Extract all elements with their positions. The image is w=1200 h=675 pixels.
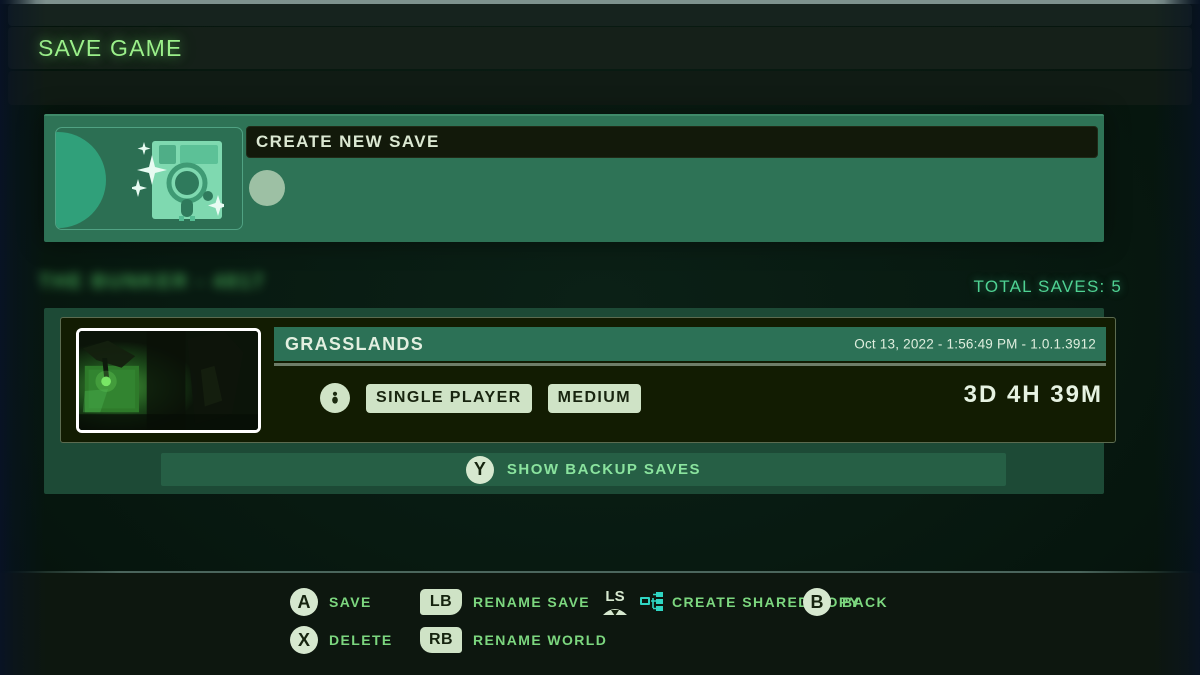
new-save-name-value: CREATE NEW SAVE	[256, 132, 440, 151]
save-thumbnail-art	[79, 331, 258, 430]
create-save-thumbnail	[55, 127, 243, 230]
hint-create-shared-copy[interactable]: LS CREATE SHARED COPY	[598, 585, 859, 619]
playtime-value: 3D 4H 39M	[963, 381, 1103, 408]
save-thumbnail	[76, 328, 261, 433]
save-row[interactable]: GRASSLANDS Oct 13, 2022 - 1:56:49 PM - 1…	[60, 317, 1116, 443]
page-title: SAVE GAME	[38, 34, 183, 61]
network-share-icon	[640, 592, 664, 612]
player-icon	[320, 383, 350, 413]
save-row-underline	[274, 363, 1106, 366]
hint-delete[interactable]: X DELETE	[290, 626, 420, 654]
hint-delete-label: DELETE	[329, 632, 393, 648]
sub-strip	[8, 71, 1192, 105]
a-button-icon: A	[290, 588, 318, 616]
b-button-icon: B	[803, 588, 831, 616]
hint-rename-world[interactable]: RB RENAME WORLD	[420, 627, 606, 653]
floppy-disk-icon	[129, 137, 228, 223]
world-name-blurred: THE BUNKER - 4817	[38, 271, 266, 293]
new-save-name-input[interactable]: CREATE NEW SAVE	[246, 126, 1098, 158]
page-title-bar: SAVE GAME	[8, 27, 1192, 69]
selection-dot	[249, 170, 285, 206]
hint-rename-world-label: RENAME WORLD	[473, 632, 608, 648]
hint-back-label: BACK	[842, 594, 889, 610]
svg-text:LS: LS	[605, 588, 624, 605]
hint-save[interactable]: A SAVE	[290, 588, 420, 616]
save-timestamp: Oct 13, 2022 - 1:56:49 PM - 1.0.1.3912	[854, 336, 1096, 352]
save-row-title-bar: GRASSLANDS Oct 13, 2022 - 1:56:49 PM - 1…	[274, 327, 1106, 361]
hint-save-label: SAVE	[329, 594, 372, 610]
hint-back[interactable]: B BACK	[803, 588, 888, 616]
show-backup-saves-label: SHOW BACKUP SAVES	[506, 461, 702, 478]
rb-bumper-icon: RB	[420, 627, 462, 653]
save-name: GRASSLANDS	[285, 333, 425, 354]
left-stick-icon: LS	[598, 585, 632, 619]
total-saves-count: TOTAL SAVES: 5	[973, 277, 1122, 296]
difficulty-tag: MEDIUM	[547, 383, 641, 413]
y-button-icon: Y	[465, 455, 494, 484]
saves-panel: GRASSLANDS Oct 13, 2022 - 1:56:49 PM - 1…	[44, 308, 1116, 494]
top-strip	[8, 4, 1192, 26]
footer-hint-bar: A SAVE LB RENAME SAVE LS CREATE SHARED C…	[0, 573, 1200, 675]
footer-hint-grid: A SAVE LB RENAME SAVE LS CREATE SHARED C…	[290, 583, 888, 659]
arc-decoration	[56, 132, 106, 228]
lb-bumper-icon: LB	[420, 589, 462, 615]
hint-rename-save[interactable]: LB RENAME SAVE	[420, 589, 598, 615]
mode-tag: SINGLE PLAYER	[366, 383, 532, 413]
save-game-screen: SAVE GAME CREATE NEW SAVE THE BUNKER - 4…	[0, 0, 1200, 675]
show-backup-saves-button[interactable]: Y SHOW BACKUP SAVES	[161, 453, 1006, 486]
x-button-icon: X	[290, 626, 318, 654]
hint-rename-save-label: RENAME SAVE	[473, 594, 591, 610]
